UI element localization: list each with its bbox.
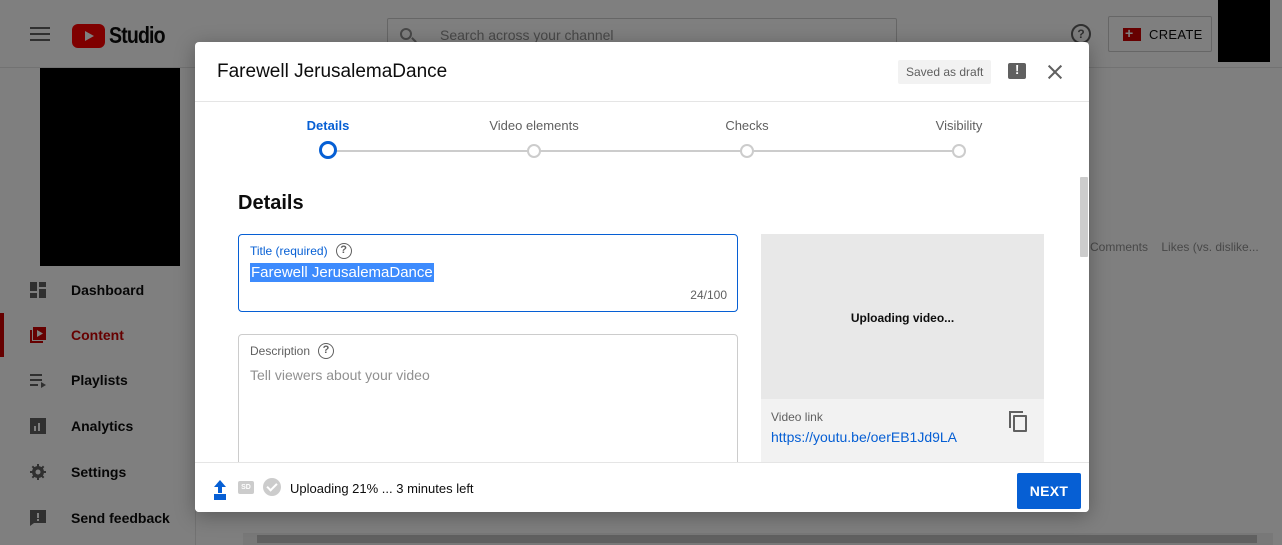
step-indicator <box>740 144 754 158</box>
description-placeholder: Tell viewers about your video <box>250 367 430 383</box>
step-visibility[interactable]: Visibility <box>899 118 1019 158</box>
next-button[interactable]: NEXT <box>1017 473 1081 509</box>
video-link[interactable]: https://youtu.be/oerEB1Jd9LA <box>771 429 957 445</box>
stepper-line <box>325 150 957 152</box>
report-feedback-icon[interactable] <box>1008 62 1026 79</box>
help-icon[interactable]: ? <box>335 243 352 259</box>
step-checks[interactable]: Checks <box>687 118 807 158</box>
upload-status: Uploading 21% ... 3 minutes left <box>290 481 474 496</box>
title-char-count: 24/100 <box>690 288 727 302</box>
dialog-header: Farewell JerusalemaDance Saved as draft <box>195 42 1089 102</box>
dialog-footer: SD Uploading 21% ... 3 minutes left NEXT <box>195 462 1089 512</box>
section-title: Details <box>238 192 304 214</box>
upload-dialog: Farewell JerusalemaDance Saved as draft … <box>195 42 1089 512</box>
dialog-scrollbar[interactable] <box>1080 177 1088 257</box>
video-link-panel: Video link https://youtu.be/oerEB1Jd9LA <box>761 399 1044 464</box>
dialog-title: Farewell JerusalemaDance <box>217 61 448 82</box>
copy-icon[interactable] <box>1009 411 1027 432</box>
help-icon[interactable]: ? <box>318 343 335 359</box>
close-icon[interactable] <box>1047 64 1063 80</box>
step-label: Video elements <box>489 118 579 133</box>
step-label: Checks <box>725 118 769 133</box>
saved-status-badge: Saved as draft <box>898 60 992 84</box>
step-indicator <box>527 144 541 158</box>
step-label: Details <box>306 118 350 133</box>
check-icon <box>263 478 281 496</box>
description-field-label: Description ? <box>250 343 335 359</box>
title-field-label: Title (required) ? <box>250 243 352 259</box>
title-label-text: Title (required) <box>250 244 328 258</box>
step-label: Visibility <box>935 118 983 133</box>
step-indicator <box>319 141 337 159</box>
step-indicator <box>952 144 966 158</box>
video-preview: Uploading video... <box>761 234 1044 399</box>
description-label-text: Description <box>250 344 311 358</box>
preview-status: Uploading video... <box>850 311 955 325</box>
title-field[interactable]: Title (required) ? Farewell JerusalemaDa… <box>238 234 738 312</box>
title-input-value[interactable]: Farewell JerusalemaDance <box>250 263 434 282</box>
sd-badge-icon: SD <box>238 481 254 494</box>
upload-icon <box>214 480 226 496</box>
video-link-label: Video link <box>771 410 823 424</box>
step-details[interactable]: Details <box>268 118 388 159</box>
step-video-elements[interactable]: Video elements <box>474 118 594 158</box>
description-field[interactable]: Description ? Tell viewers about your vi… <box>238 334 738 474</box>
